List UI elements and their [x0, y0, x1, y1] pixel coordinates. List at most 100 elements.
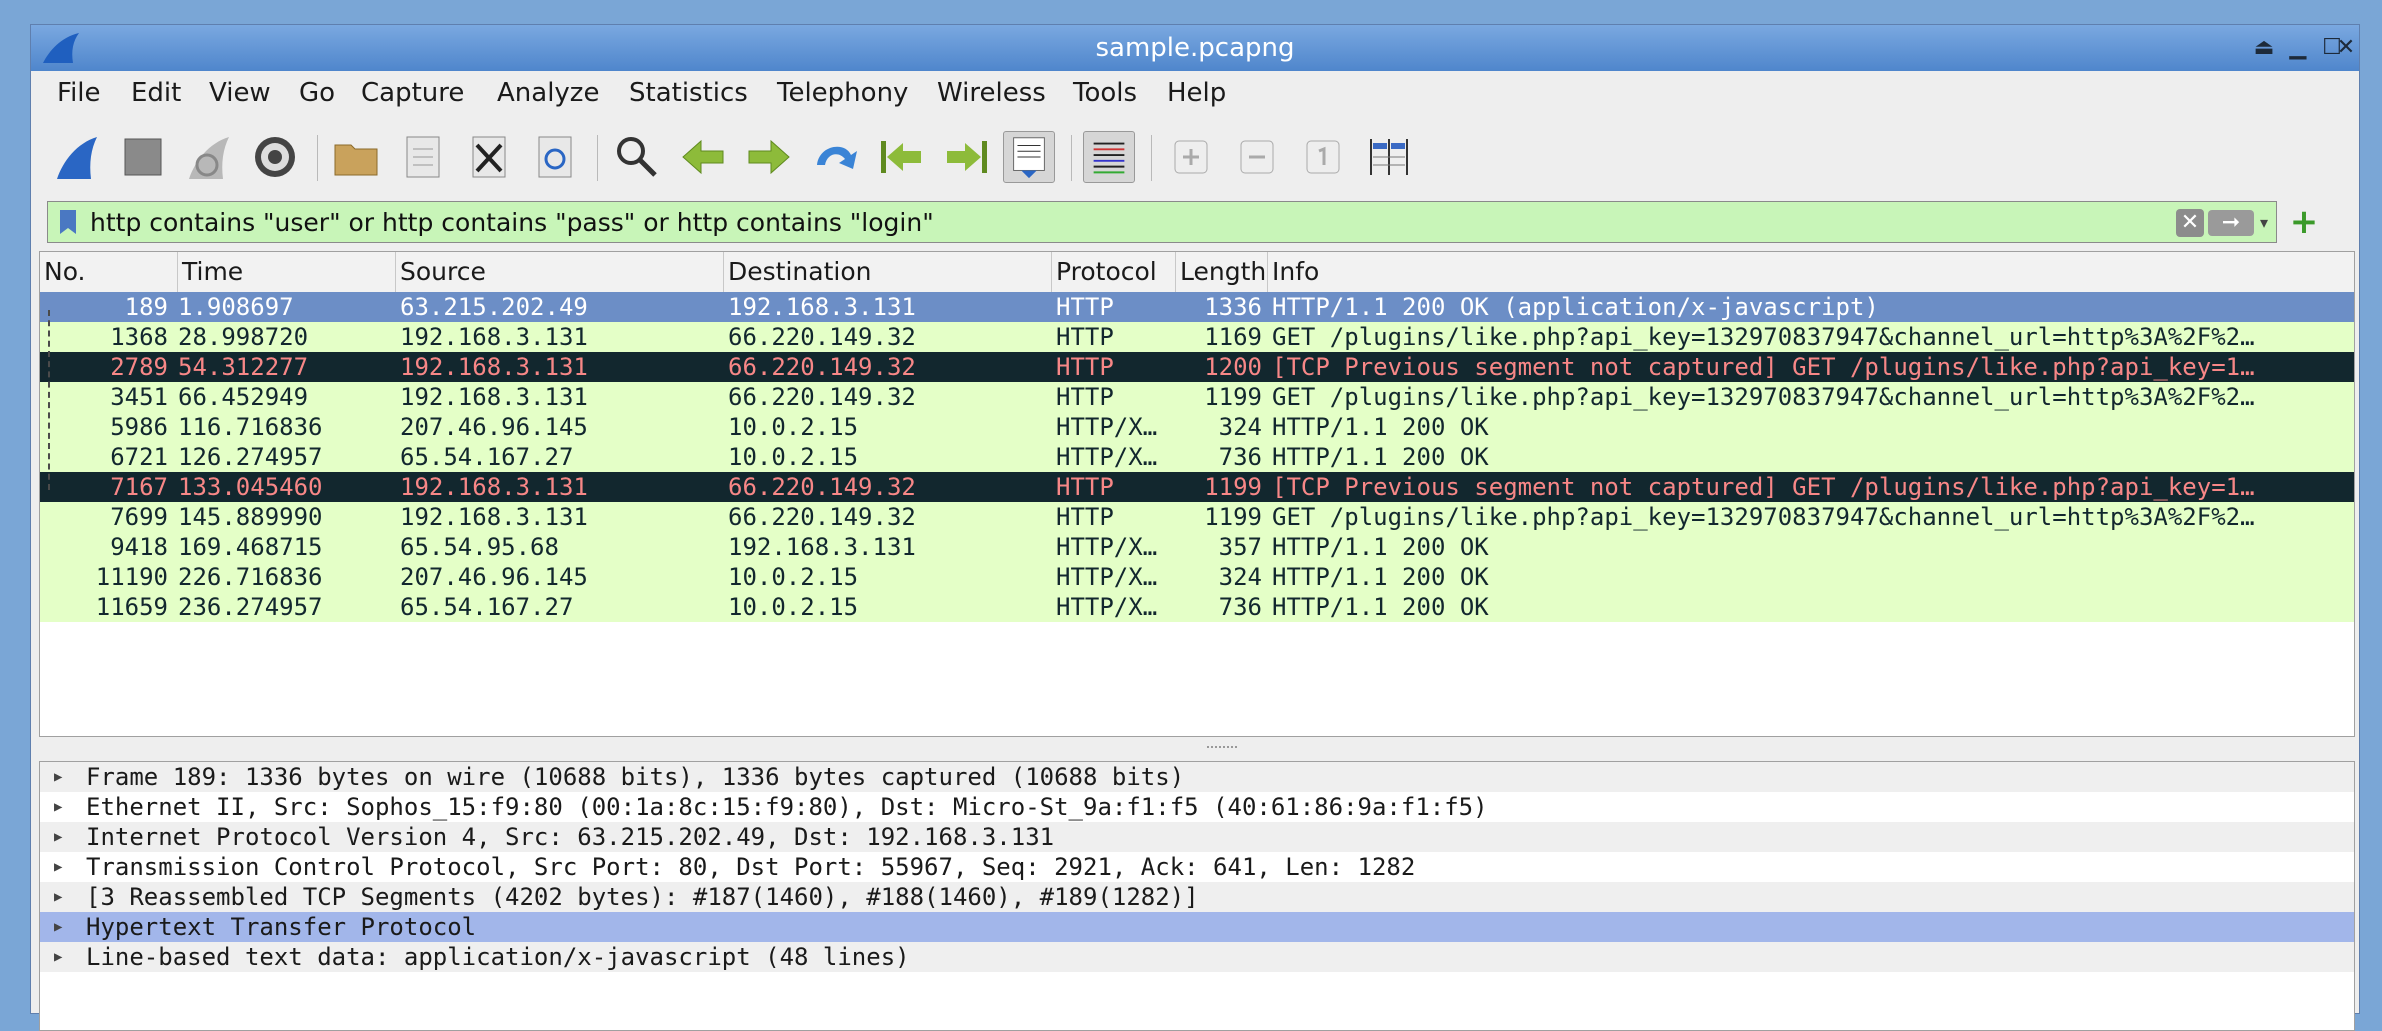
resize-columns-icon[interactable]	[1363, 131, 1415, 183]
filter-history-dropdown-icon[interactable]: ▾	[2260, 210, 2274, 236]
packet-row[interactable]: 1368 28.998720 192.168.3.131 66.220.149.32 H…	[40, 322, 2354, 352]
column-no[interactable]: No.	[40, 252, 178, 292]
menu-file[interactable]: File	[57, 71, 101, 115]
title-bar[interactable]: sample.pcapng ⏏ ▁ ☐ ✕	[31, 25, 2359, 71]
autoscroll-icon[interactable]	[1003, 131, 1055, 183]
display-filter-input[interactable]	[90, 202, 2190, 242]
column-source[interactable]: Source	[396, 252, 724, 292]
menu-view[interactable]: View	[209, 71, 271, 115]
expand-arrow-icon[interactable]: ▶	[54, 762, 68, 792]
detail-tree-item[interactable]: ▶ Line-based text data: application/x-jav…	[40, 942, 2354, 972]
detail-tree-item[interactable]: ▶ Frame 189: 1336 bytes on wire (10688 bi…	[40, 762, 2354, 792]
zoom-in-icon[interactable]	[1165, 131, 1217, 183]
last-packet-icon[interactable]	[941, 131, 993, 183]
packet-cell-no: 3451	[110, 383, 168, 411]
packet-row[interactable]: 7699 145.889990 192.168.3.131 66.220.149.32…	[40, 502, 2354, 532]
menu-edit[interactable]: Edit	[131, 71, 181, 115]
detail-tree-item[interactable]: ▶ [3 Reassembled TCP Segments (4202 bytes…	[40, 882, 2354, 912]
packet-cell-len: 324	[1218, 413, 1262, 441]
packet-cell-src: 207.46.96.145	[400, 413, 588, 441]
packet-cell-src: 192.168.3.131	[400, 503, 588, 531]
detail-tree-item[interactable]: ▶ Hypertext Transfer Protocol	[40, 912, 2354, 942]
packet-cell-no: 2789	[110, 353, 168, 381]
go-back-icon[interactable]	[677, 131, 729, 183]
packet-list[interactable]: No. Time Source Destination Protocol Len…	[39, 251, 2355, 737]
main-toolbar	[31, 117, 2359, 201]
detail-tree-text: Transmission Control Protocol, Src Port:…	[86, 853, 1416, 881]
close-icon[interactable]: ✕	[2329, 31, 2363, 65]
packet-row[interactable]: 2789 54.312277 192.168.3.131 66.220.149.32 H…	[40, 352, 2354, 382]
colorize-icon[interactable]	[1083, 131, 1135, 183]
packet-cell-src: 63.215.202.49	[400, 293, 588, 321]
packet-cell-no: 11190	[95, 563, 168, 591]
bookmark-icon[interactable]	[54, 208, 82, 236]
save-file-icon[interactable]	[397, 131, 449, 183]
packet-cell-info: GET /plugins/like.php?api_key=1329708379…	[1272, 383, 2255, 411]
stop-icon[interactable]	[117, 131, 169, 183]
minimize-icon[interactable]: ▁	[2281, 31, 2315, 65]
shade-icon[interactable]: ⏏	[2247, 31, 2281, 65]
menu-telephony[interactable]: Telephony	[777, 71, 908, 115]
add-filter-button-icon[interactable]: +	[2287, 205, 2321, 239]
menu-help[interactable]: Help	[1167, 71, 1226, 115]
column-info[interactable]: Info	[1268, 252, 2354, 292]
menu-analyze[interactable]: Analyze	[497, 71, 599, 115]
window-title: sample.pcapng	[1095, 33, 1295, 63]
clear-filter-icon[interactable]: ✕	[2176, 209, 2204, 237]
expand-arrow-icon[interactable]: ▶	[54, 822, 68, 852]
expand-arrow-icon[interactable]: ▶	[54, 852, 68, 882]
go-forward-icon[interactable]	[743, 131, 795, 183]
packet-details[interactable]: ▶ Frame 189: 1336 bytes on wire (10688 bi…	[39, 761, 2355, 1031]
packet-cell-time: 126.274957	[178, 443, 323, 471]
detail-tree-text: Hypertext Transfer Protocol	[86, 913, 477, 941]
detail-tree-text: Internet Protocol Version 4, Src: 63.215…	[86, 823, 1055, 851]
packet-cell-proto: HTTP/X…	[1056, 593, 1158, 621]
menu-tools[interactable]: Tools	[1073, 71, 1137, 115]
detail-tree-item[interactable]: ▶ Internet Protocol Version 4, Src: 63.21…	[40, 822, 2354, 852]
column-time[interactable]: Time	[178, 252, 396, 292]
capture-options-icon[interactable]	[249, 131, 301, 183]
packet-cell-info: [TCP Previous segment not captured] GET …	[1272, 473, 2255, 501]
packet-cell-no: 189	[124, 293, 168, 321]
go-to-packet-icon[interactable]	[809, 131, 861, 183]
packet-row[interactable]: 6721 126.274957 65.54.167.27 10.0.2.15 HTTP/…	[40, 442, 2354, 472]
menu-wireless[interactable]: Wireless	[937, 71, 1046, 115]
packet-row[interactable]: 189 1.908697 63.215.202.49 192.168.3.131 HTT…	[40, 292, 2354, 322]
close-file-icon[interactable]	[463, 131, 515, 183]
packet-row[interactable]: 5986 116.716836 207.46.96.145 10.0.2.15 HTTP…	[40, 412, 2354, 442]
column-length[interactable]: Length	[1176, 252, 1268, 292]
packet-cell-proto: HTTP/X…	[1056, 533, 1158, 561]
packet-cell-dst: 66.220.149.32	[728, 503, 916, 531]
menu-capture[interactable]: Capture	[361, 71, 464, 115]
reload-file-icon[interactable]	[529, 131, 581, 183]
packet-cell-info: [TCP Previous segment not captured] GET …	[1272, 353, 2255, 381]
menu-statistics[interactable]: Statistics	[629, 71, 748, 115]
normal-size-icon[interactable]	[1297, 131, 1349, 183]
shark-fin-start-icon[interactable]	[51, 131, 103, 183]
packet-row[interactable]: 11190 226.716836 207.46.96.145 10.0.2.15 HTT…	[40, 562, 2354, 592]
first-packet-icon[interactable]	[875, 131, 927, 183]
restart-capture-icon[interactable]	[183, 131, 235, 183]
packet-row[interactable]: 7167 133.045460 192.168.3.131 66.220.149.32…	[40, 472, 2354, 502]
pane-splitter[interactable]	[39, 737, 2355, 761]
zoom-out-icon[interactable]	[1231, 131, 1283, 183]
expand-arrow-icon[interactable]: ▶	[54, 792, 68, 822]
packet-row[interactable]: 11659 236.274957 65.54.167.27 10.0.2.15 HTTP…	[40, 592, 2354, 622]
column-protocol[interactable]: Protocol	[1052, 252, 1176, 292]
expand-arrow-icon[interactable]: ▶	[54, 912, 68, 942]
menu-go[interactable]: Go	[299, 71, 335, 115]
column-destination[interactable]: Destination	[724, 252, 1052, 292]
detail-tree-text: Ethernet II, Src: Sophos_15:f9:80 (00:1a…	[86, 793, 1488, 821]
packet-cell-src: 192.168.3.131	[400, 473, 588, 501]
packet-row[interactable]: 9418 169.468715 65.54.95.68 192.168.3.131 HT…	[40, 532, 2354, 562]
expand-arrow-icon[interactable]: ▶	[54, 942, 68, 972]
related-packet-indicator	[48, 310, 51, 490]
expand-arrow-icon[interactable]: ▶	[54, 882, 68, 912]
packet-row[interactable]: 3451 66.452949 192.168.3.131 66.220.149.32 H…	[40, 382, 2354, 412]
detail-tree-item[interactable]: ▶ Ethernet II, Src: Sophos_15:f9:80 (00:1…	[40, 792, 2354, 822]
open-file-icon[interactable]	[331, 131, 383, 183]
detail-tree-item[interactable]: ▶ Transmission Control Protocol, Src Port…	[40, 852, 2354, 882]
apply-filter-icon[interactable]: ➞	[2208, 210, 2254, 236]
find-packet-icon[interactable]	[611, 131, 663, 183]
packet-cell-proto: HTTP/X…	[1056, 443, 1158, 471]
